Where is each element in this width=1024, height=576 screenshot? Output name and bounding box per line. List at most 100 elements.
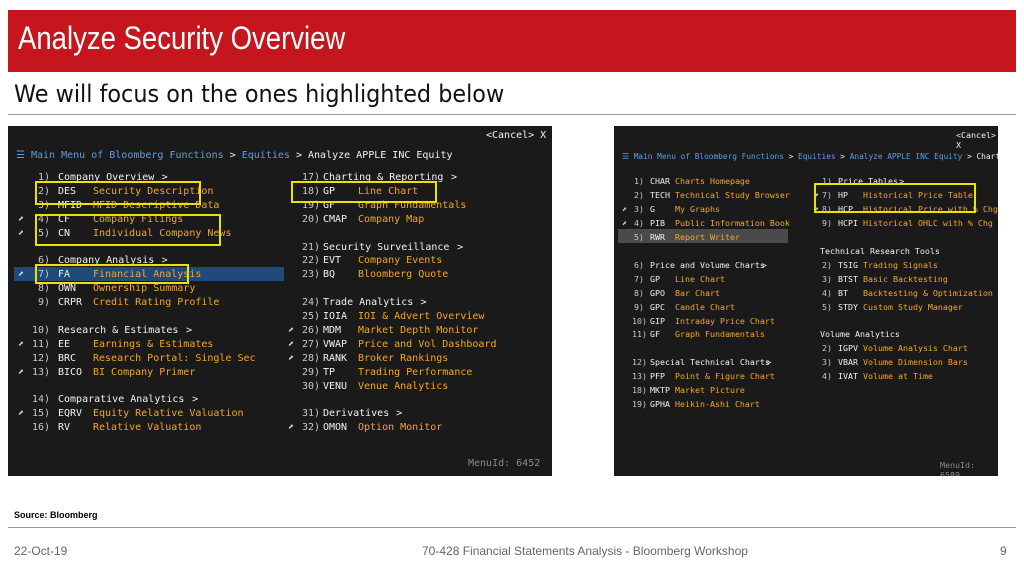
function-description[interactable]: Company Map: [358, 213, 424, 227]
function-description[interactable]: Market Picture: [675, 383, 745, 397]
menu-item-stdy[interactable]: 5) STDY Custom Study Manager: [614, 300, 998, 314]
function-description[interactable]: Ownership Summary: [93, 282, 195, 296]
menu-item-gpha[interactable]: 19) GPHA Heikin-Ashi Chart: [614, 397, 998, 411]
function-description[interactable]: Volume Analysis Chart: [863, 341, 968, 355]
menu-item-omon[interactable]: ⬈ 32) OMON Option Monitor: [8, 421, 552, 435]
function-description[interactable]: Bloomberg Quote: [358, 268, 448, 282]
menu-item-hcpi[interactable]: 9) HCPI Historical OHLC with % Chg: [614, 216, 998, 230]
function-description[interactable]: Venue Analytics: [358, 380, 448, 394]
function-description[interactable]: Price and Vol Dashboard: [358, 338, 496, 352]
function-code[interactable]: BT: [838, 286, 848, 300]
cancel-button[interactable]: <Cancel> X: [486, 130, 546, 141]
function-code[interactable]: MDM: [323, 324, 341, 338]
function-code[interactable]: BTST: [838, 272, 858, 286]
menu-item-number: 28): [302, 352, 321, 364]
function-code[interactable]: GPHA: [650, 397, 670, 411]
function-code[interactable]: RWR: [650, 230, 665, 244]
menu-item-own[interactable]: 8) OWN Ownership Summary: [8, 282, 552, 296]
breadcrumb-item[interactable]: Equities: [798, 152, 836, 161]
section-header[interactable]: Derivatives: [323, 407, 389, 421]
menu-item-venu[interactable]: 30) VENU Venue Analytics: [8, 380, 552, 394]
slide-title: Analyze Security Overview: [18, 20, 346, 56]
function-description[interactable]: Option Monitor: [358, 421, 442, 435]
breadcrumb-separator: >: [229, 150, 236, 161]
menu-item-tsig[interactable]: 2) TSIG Trading Signals: [614, 258, 998, 272]
function-code[interactable]: VENU: [323, 380, 347, 394]
function-code[interactable]: BQ: [323, 268, 335, 282]
function-description[interactable]: Trading Signals: [863, 258, 938, 272]
footer-divider: [8, 527, 1016, 528]
terminal-screen-equities-menu: <Cancel> X ☰ Main Menu of Bloomberg Funct…: [8, 126, 552, 476]
breadcrumb-item[interactable]: Main Menu of Bloomberg Functions: [31, 150, 224, 161]
function-code[interactable]: CMAP: [323, 213, 347, 227]
breadcrumb-item[interactable]: Main Menu of Bloomberg Functions: [634, 152, 784, 161]
function-code[interactable]: IVAT: [838, 369, 858, 383]
menu-item-ivat[interactable]: 4) IVAT Volume at Time: [614, 369, 998, 383]
breadcrumb-item[interactable]: Analyze APPLE INC Equity: [850, 152, 963, 161]
menu-item-number: 25): [302, 311, 321, 322]
menu-home-icon[interactable]: ☰: [622, 152, 634, 161]
menu-section-header: Volume Analytics: [614, 327, 998, 341]
highlight-box: [35, 264, 189, 284]
menu-item-number: 19): [632, 399, 647, 410]
cancel-button[interactable]: <Cancel> X: [956, 130, 998, 150]
section-header[interactable]: Comparative Analytics: [58, 393, 184, 407]
function-description[interactable]: IOI & Advert Overview: [358, 310, 484, 324]
menu-item-rank[interactable]: ⬈ 28) RANK Broker Rankings: [8, 352, 552, 366]
function-code[interactable]: RANK: [323, 352, 347, 366]
source-note: Source: Bloomberg: [14, 510, 98, 520]
function-code[interactable]: IOIA: [323, 310, 347, 324]
breadcrumb: ☰ Main Menu of Bloomberg Functions > Equ…: [16, 150, 453, 161]
menu-item-rwr[interactable]: 5) RWR Report Writer: [614, 230, 998, 244]
function-description[interactable]: Custom Study Manager: [863, 300, 963, 314]
function-description[interactable]: Volume at Time: [863, 369, 933, 383]
function-code[interactable]: EVT: [323, 254, 341, 268]
function-code[interactable]: VBAR: [838, 355, 858, 369]
menu-item-gip[interactable]: 10) GIP Intraday Price Chart: [614, 314, 998, 328]
function-code[interactable]: GIP: [650, 314, 665, 328]
function-code[interactable]: MKTP: [650, 383, 670, 397]
function-description[interactable]: Broker Rankings: [358, 352, 448, 366]
highlight-box: [35, 214, 221, 246]
function-description[interactable]: Backtesting & Optimization: [863, 286, 993, 300]
function-code[interactable]: TSIG: [838, 258, 858, 272]
menu-item-vbar[interactable]: 3) VBAR Volume Dimension Bars: [614, 355, 998, 369]
section-header[interactable]: Security Surveillance: [323, 241, 449, 255]
function-code[interactable]: HCPI: [838, 216, 858, 230]
menu-item-number: 8): [37, 283, 50, 295]
function-code[interactable]: TP: [323, 366, 335, 380]
function-description[interactable]: Company Events: [358, 254, 442, 268]
section-label: Volume Analytics: [820, 329, 900, 340]
function-description[interactable]: Trading Performance: [358, 366, 472, 380]
function-code[interactable]: STDY: [838, 300, 858, 314]
menu-id: MenuId: 6589: [940, 460, 975, 476]
menu-item-igpv[interactable]: 2) IGPV Volume Analysis Chart: [614, 341, 998, 355]
menu-item-number: 23): [302, 269, 321, 281]
section-header[interactable]: Trade Analytics: [323, 296, 413, 310]
function-description[interactable]: Intraday Price Chart: [675, 314, 775, 328]
function-code[interactable]: VWAP: [323, 338, 347, 352]
menu-item-mdm[interactable]: ⬈ 26) MDM Market Depth Monitor: [8, 324, 552, 338]
menu-item-ioia[interactable]: 25) IOIA IOI & Advert Overview: [8, 310, 552, 324]
breadcrumb-item[interactable]: Equities: [242, 150, 290, 161]
menu-item-bt[interactable]: 4) BT Backtesting & Optimization: [614, 286, 998, 300]
function-description[interactable]: Market Depth Monitor: [358, 324, 478, 338]
function-description[interactable]: Basic Backtesting: [863, 272, 948, 286]
menu-item-vwap[interactable]: ⬈ 27) VWAP Price and Vol Dashboard: [8, 338, 552, 352]
menu-item-number: 20): [302, 213, 321, 225]
menu-home-icon[interactable]: ☰: [16, 150, 31, 161]
menu-section-header: 24) Trade Analytics >: [8, 296, 552, 310]
menu-item-mktp[interactable]: 18) MKTP Market Picture: [614, 383, 998, 397]
menu-item-btst[interactable]: 3) BTST Basic Backtesting: [614, 272, 998, 286]
function-description[interactable]: Heikin-Ashi Chart: [675, 397, 760, 411]
menu-item-number: 2): [822, 343, 832, 354]
breadcrumb-separator: >: [840, 152, 845, 161]
function-code[interactable]: OMON: [323, 421, 347, 435]
function-description[interactable]: Report Writer: [675, 230, 740, 244]
function-description[interactable]: Volume Dimension Bars: [863, 355, 968, 369]
function-code[interactable]: OWN: [58, 282, 76, 296]
menu-item-tp[interactable]: 29) TP Trading Performance: [8, 366, 552, 380]
function-description[interactable]: Historical OHLC with % Chg: [863, 216, 993, 230]
launch-arrow-icon: ⬈: [288, 422, 295, 434]
function-code[interactable]: IGPV: [838, 341, 858, 355]
